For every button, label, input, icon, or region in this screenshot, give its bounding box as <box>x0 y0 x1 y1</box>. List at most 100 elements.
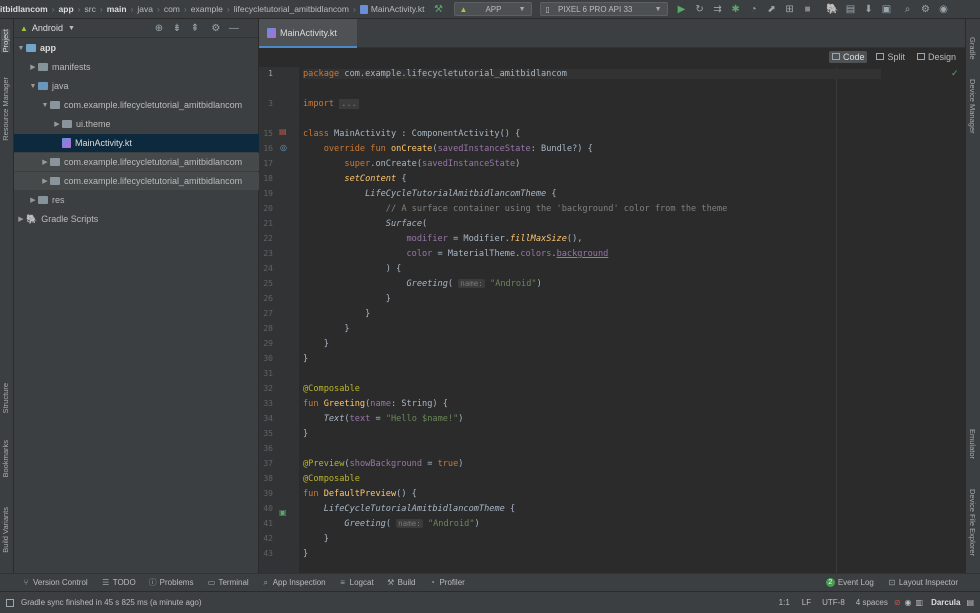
tool-todo[interactable]: ☰ TODO <box>102 578 136 587</box>
chevron-down-icon[interactable]: ▼ <box>40 102 50 109</box>
status-message[interactable]: Gradle sync finished in 45 s 825 ms (a m… <box>21 598 202 607</box>
mode-design-button[interactable]: Design <box>914 51 959 63</box>
tool-tab-device-file-explorer[interactable]: Device File Explorer <box>968 489 977 556</box>
package-icon <box>50 101 60 109</box>
line-number: 20 <box>263 204 273 213</box>
code-view-icon <box>831 53 840 60</box>
tree-item-res[interactable]: ▶ res <box>14 191 259 209</box>
tree-item-java[interactable]: ▼ java <box>14 77 259 95</box>
profile-icon[interactable]: ◔ <box>748 3 760 15</box>
theme-label[interactable]: Darcula <box>931 598 960 607</box>
editor-tab-mainactivity[interactable]: MainActivity.kt <box>259 19 357 48</box>
apply-changes-icon[interactable]: ⇉ <box>712 3 724 15</box>
tool-tab-bookmarks[interactable]: Bookmarks <box>1 440 10 478</box>
tree-item-mainactivity[interactable]: MainActivity.kt <box>14 134 259 152</box>
run-icon[interactable]: ▶ <box>676 3 688 15</box>
sdk-manager-icon[interactable]: ⬇ <box>863 3 875 15</box>
gear-icon[interactable]: ⚙ <box>210 22 222 34</box>
tool-tab-project[interactable]: Project <box>1 29 10 53</box>
tool-event-log[interactable]: 2 Event Log <box>825 578 874 587</box>
device-manager-icon[interactable]: ▤ <box>845 3 857 15</box>
breadcrumb-example[interactable]: example <box>191 4 223 14</box>
tool-build[interactable]: ⚒ Build <box>387 578 415 587</box>
chevron-right-icon[interactable]: ▶ <box>28 63 38 71</box>
tree-item-manifests[interactable]: ▶ manifests <box>14 58 259 76</box>
mode-code-button[interactable]: Code <box>828 50 868 63</box>
tree-item-label: app <box>40 43 57 53</box>
tool-tab-resource-manager[interactable]: Resource Manager <box>1 77 10 141</box>
chevron-right-icon[interactable]: ▶ <box>40 158 50 166</box>
caret-position[interactable]: 1:1 <box>779 598 790 607</box>
list-icon: ☰ <box>102 578 110 587</box>
tool-app-inspection[interactable]: ⌕ App Inspection <box>262 578 325 588</box>
debug-icon[interactable]: ✱ <box>730 3 742 15</box>
file-encoding[interactable]: UTF-8 <box>822 598 845 607</box>
tree-item-ui-theme[interactable]: ▶ ui.theme <box>14 115 259 133</box>
tool-tab-device-manager[interactable]: Device Manager <box>968 79 977 134</box>
coverage-icon[interactable]: ⊞ <box>784 3 796 15</box>
indent-setting[interactable]: 4 spaces <box>856 598 888 607</box>
tree-item-package-test[interactable]: ▶ com.example.lifecycletutorial_amitbidl… <box>14 172 259 190</box>
settings-icon[interactable]: ⚙ <box>920 3 932 15</box>
memory-icon[interactable]: ▥ <box>916 598 924 607</box>
tool-tab-emulator[interactable]: Emulator <box>968 429 977 459</box>
tree-item-app[interactable]: ▼ app <box>14 39 259 57</box>
context-icon[interactable]: ◉ <box>905 598 912 607</box>
sync-gradle-icon[interactable]: 🐘 <box>826 3 838 15</box>
tool-tab-gradle[interactable]: Gradle <box>968 37 977 60</box>
mode-split-button[interactable]: Split <box>873 51 908 63</box>
line-separator[interactable]: LF <box>802 598 811 607</box>
search-icon[interactable]: ⌕ <box>902 3 914 15</box>
attach-debugger-icon[interactable]: ⬈ <box>766 3 778 15</box>
preview-gutter-icon[interactable]: ▣ <box>279 508 287 517</box>
chevron-right-icon[interactable]: ▶ <box>16 215 26 223</box>
run-gutter-icon[interactable]: ▤ <box>279 127 287 136</box>
tool-tab-build-variants[interactable]: Build Variants <box>1 507 10 553</box>
notifications-icon[interactable]: ▤ <box>966 598 974 607</box>
run-config-select[interactable]: ▲ APP ▼ <box>453 2 532 16</box>
stop-icon[interactable]: ■ <box>802 3 814 15</box>
tool-terminal[interactable]: ▭ Terminal <box>207 578 249 587</box>
tool-logcat[interactable]: ≡ Logcat <box>339 578 373 587</box>
tool-version-control[interactable]: ⑂ Version Control <box>22 578 88 587</box>
device-select[interactable]: ▯ PIXEL 6 PRO API 33 ▼ <box>539 2 668 16</box>
breadcrumb-file[interactable]: MainActivity.kt <box>371 4 425 14</box>
line-number: 19 <box>263 189 273 198</box>
tool-layout-inspector[interactable]: ⊡ Layout Inspector <box>888 578 958 587</box>
collapse-all-icon[interactable]: ⇞ <box>189 22 201 34</box>
tool-profiler[interactable]: ◔ Profiler <box>428 578 465 587</box>
chevron-right-icon[interactable]: ▶ <box>28 196 38 204</box>
breadcrumb-com[interactable]: com <box>164 4 180 14</box>
breadcrumb-java[interactable]: java <box>137 4 153 14</box>
expand-all-icon[interactable]: ⇟ <box>171 22 183 34</box>
emulator-icon[interactable]: ▣ <box>881 3 893 15</box>
breadcrumb-project[interactable]: itbidlancom <box>0 4 48 14</box>
readonly-lock-icon[interactable]: ⊘ <box>894 598 901 607</box>
tree-item-gradle-scripts[interactable]: ▶ 🐘 Gradle Scripts <box>14 210 259 228</box>
code-area[interactable]: package com.example.lifecycletutorial_am… <box>303 67 963 573</box>
tool-problems[interactable]: ⓘ Problems <box>149 577 194 588</box>
chevron-down-icon[interactable]: ▼ <box>68 25 75 32</box>
status-tool-windows-icon[interactable] <box>6 598 14 607</box>
breadcrumb-src[interactable]: src <box>85 4 96 14</box>
chevron-right-icon[interactable]: ▶ <box>40 177 50 185</box>
chevron-down-icon[interactable]: ▼ <box>28 83 38 90</box>
tree-item-package-main[interactable]: ▼ com.example.lifecycletutorial_amitbidl… <box>14 96 259 114</box>
target-icon[interactable]: ⊕ <box>153 22 165 34</box>
chevron-down-icon[interactable]: ▼ <box>16 45 26 52</box>
breadcrumb-app[interactable]: app <box>59 4 74 14</box>
breadcrumb-package[interactable]: lifecycletutorial_amitbidlancom <box>234 4 349 14</box>
folder-icon <box>38 196 48 204</box>
account-icon[interactable]: ◉ <box>938 3 950 15</box>
code-line: fun Greeting(name: String) { <box>303 399 448 409</box>
rerun-icon[interactable]: ↻ <box>694 3 706 15</box>
tree-item-package-androidtest[interactable]: ▶ com.example.lifecycletutorial_amitbidl… <box>14 153 259 171</box>
breadcrumb-main[interactable]: main <box>107 4 127 14</box>
project-view-select[interactable]: Android <box>32 23 63 33</box>
chevron-right-icon[interactable]: ▶ <box>52 120 62 128</box>
tool-tab-structure[interactable]: Structure <box>1 383 10 413</box>
override-gutter-icon[interactable]: ◎ <box>280 143 287 152</box>
hide-icon[interactable]: — <box>228 22 240 34</box>
hammer-icon[interactable]: ⚒ <box>433 3 445 15</box>
code-line: super.onCreate(savedInstanceState) <box>344 159 521 169</box>
